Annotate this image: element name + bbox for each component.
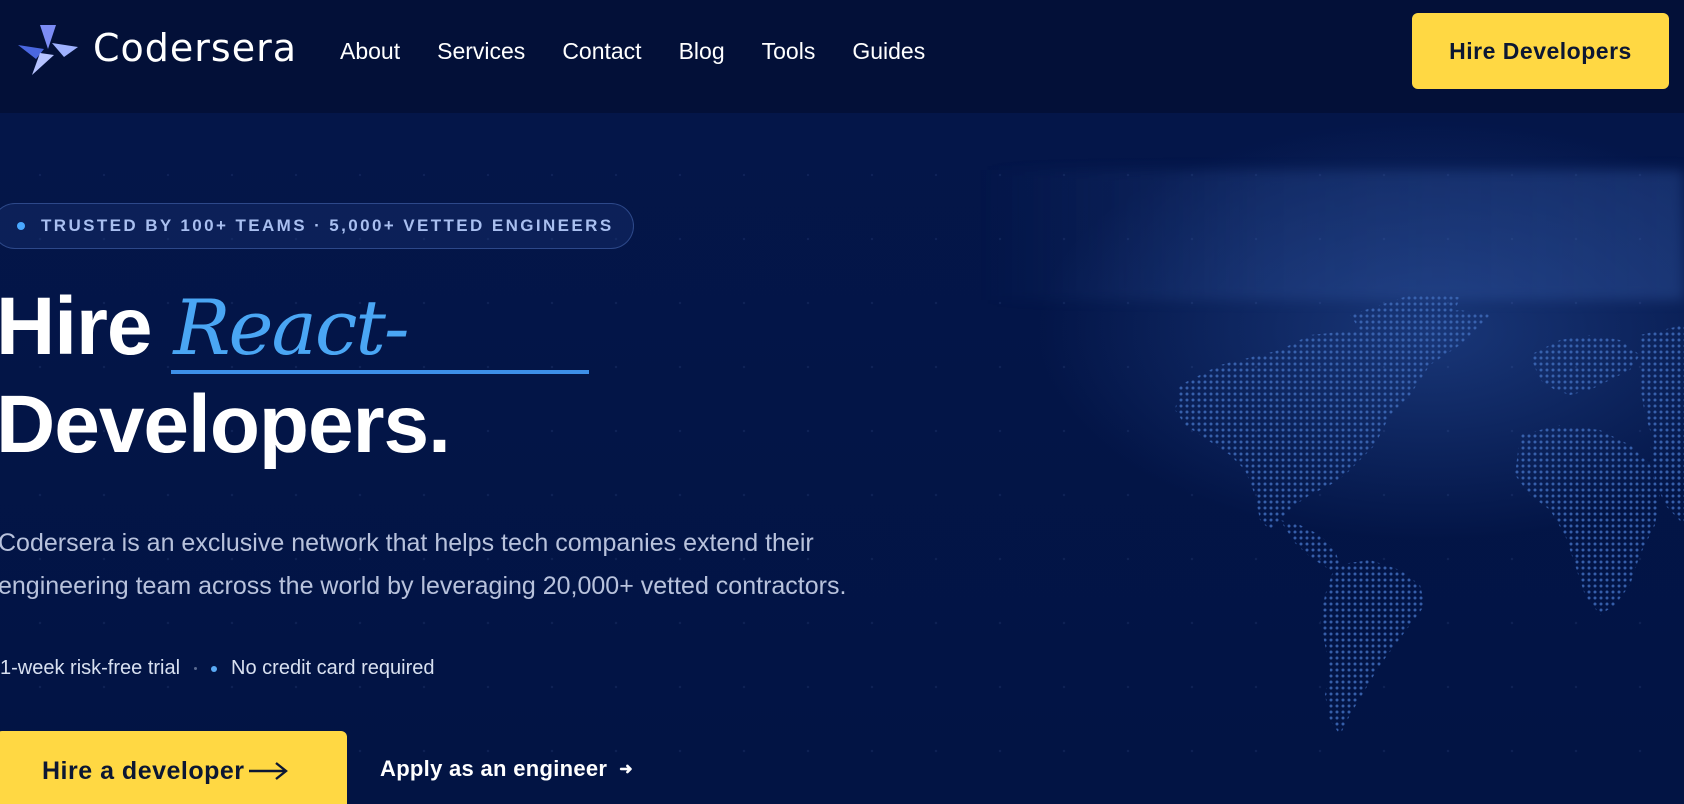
- apply-label: Apply as an engineer: [380, 756, 608, 781]
- badge-dot-icon: [17, 222, 25, 230]
- apply-as-engineer-link[interactable]: Apply as an engineer ➜: [380, 756, 633, 782]
- bullet-no-credit-card: No credit card required: [231, 657, 435, 679]
- badge-text: TRUSTED BY 100+ TEAMS · 5,000+ VETTED EN…: [41, 216, 614, 235]
- nav-contact[interactable]: Contact: [562, 38, 641, 65]
- arrow-right-icon: [248, 762, 288, 780]
- site-header: Codersera About Services Contact Blog To…: [0, 0, 1684, 113]
- bullet-separator: [194, 667, 198, 670]
- background-glow: [980, 170, 1684, 300]
- accent-underline: [171, 370, 589, 374]
- logo-link[interactable]: [18, 25, 78, 75]
- world-map-graphic: [1175, 295, 1684, 735]
- headline-line-1: Hire React-: [0, 280, 410, 374]
- hero-description: Codersera is an exclusive network that h…: [0, 529, 847, 600]
- small-arrow-right-icon: ➜: [619, 761, 634, 778]
- brand-name[interactable]: Codersera: [93, 26, 297, 70]
- nav-about[interactable]: About: [340, 38, 400, 65]
- main-nav: About Services Contact Blog Tools Guides: [340, 38, 962, 65]
- nav-services[interactable]: Services: [437, 38, 525, 65]
- nav-tools[interactable]: Tools: [762, 38, 816, 65]
- trust-badge: TRUSTED BY 100+ TEAMS · 5,000+ VETTED EN…: [0, 203, 634, 249]
- bullet-trial: 1-week risk-free trial: [0, 657, 181, 679]
- nav-guides[interactable]: Guides: [852, 38, 925, 65]
- hero-bullets: 1-week risk-free trial No credit card re…: [0, 657, 434, 680]
- headline-line-2: Developers.: [0, 379, 451, 470]
- nav-blog[interactable]: Blog: [679, 38, 725, 65]
- codersera-logo-icon: [18, 25, 78, 75]
- cta-label: Hire a developer: [42, 756, 245, 785]
- bullet-dot-icon: [211, 665, 218, 672]
- headline-accent: React-: [173, 283, 409, 372]
- headline-prefix: Hire: [0, 281, 153, 372]
- hire-developers-button[interactable]: Hire Developers: [1412, 13, 1669, 89]
- page: Codersera About Services Contact Blog To…: [0, 0, 1684, 804]
- hire-a-developer-button[interactable]: Hire a developer: [0, 731, 347, 804]
